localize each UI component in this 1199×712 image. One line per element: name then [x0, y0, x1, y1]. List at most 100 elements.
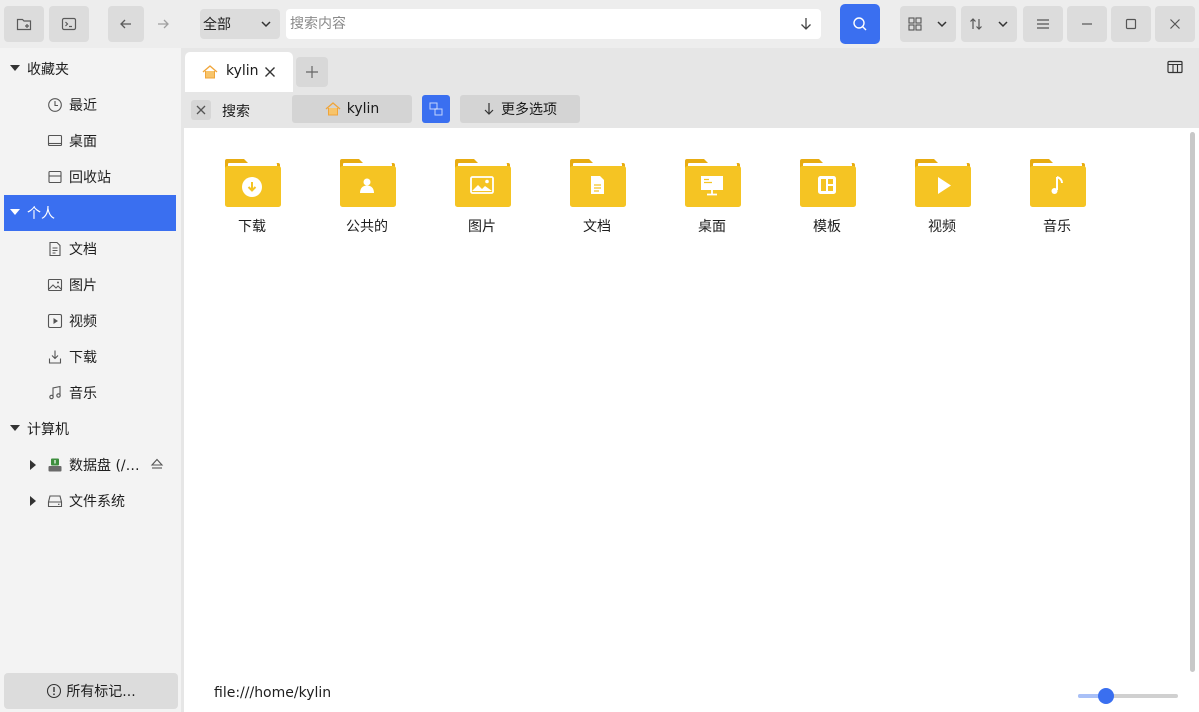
new-folder-icon [16, 18, 32, 31]
vertical-scrollbar[interactable] [1190, 132, 1195, 672]
harddisk-icon [47, 495, 63, 508]
sidebar-item-pictures[interactable]: 图片 [4, 267, 176, 303]
close-tab-icon[interactable] [264, 66, 276, 78]
search-label: 搜索 [222, 104, 250, 120]
caret-down-icon [10, 425, 20, 431]
folder-item[interactable]: 视频 [892, 158, 992, 238]
caret-down-icon [10, 209, 20, 215]
sidebar-item-label: 桌面 [69, 134, 97, 150]
sidebar-item-music[interactable]: 音乐 [4, 375, 176, 411]
forward-button[interactable] [146, 6, 180, 42]
minimize-button[interactable] [1067, 6, 1107, 42]
sidebar-section-label: 个人 [27, 206, 55, 222]
folder-item[interactable]: 模板 [777, 158, 877, 238]
preview-panel-icon[interactable] [1167, 60, 1183, 74]
download-folder-icon [225, 159, 281, 207]
eject-icon[interactable] [150, 458, 164, 470]
maximize-icon [1125, 18, 1137, 30]
tab-kylin[interactable]: kylin [185, 52, 293, 92]
close-icon [196, 105, 206, 115]
multi-location-icon [429, 102, 443, 116]
view-mode-button[interactable] [900, 6, 956, 42]
documents-folder-icon [570, 159, 626, 207]
sidebar-item-filesystem[interactable]: 文件系统 [4, 483, 176, 519]
sort-icon [970, 18, 982, 30]
sidebar-item-videos[interactable]: 视频 [4, 303, 176, 339]
video-icon [47, 313, 63, 329]
sidebar-item-desktop[interactable]: 桌面 [4, 123, 176, 159]
caret-down-icon [10, 65, 20, 71]
folder-item[interactable]: 音乐 [1007, 158, 1107, 238]
search-location-label: kylin [346, 101, 380, 117]
public-folder-icon [340, 159, 396, 207]
drive-icon [48, 458, 62, 472]
back-button[interactable] [108, 6, 144, 42]
sidebar-item-label: 音乐 [69, 386, 97, 402]
search-button[interactable] [840, 4, 880, 44]
search-filter-bar: 搜索 kylin 更多选项 [181, 92, 1199, 128]
top-toolbar: 全部 [0, 0, 1199, 48]
arrow-down-icon [484, 103, 494, 115]
folder-name: 下载 [238, 219, 266, 235]
folder-item[interactable]: 下载 [202, 158, 302, 238]
plus-icon [306, 66, 318, 78]
folder-name: 文档 [583, 219, 611, 235]
grid-view-icon [908, 17, 922, 31]
folder-item[interactable]: 文档 [547, 158, 647, 238]
search-scope-value: 全部 [203, 17, 231, 33]
close-window-button[interactable] [1155, 6, 1195, 42]
monitor-icon [47, 134, 63, 147]
folder-item[interactable]: 图片 [432, 158, 532, 238]
all-tags-button[interactable]: 所有标记... [4, 673, 178, 709]
caret-right-icon[interactable] [30, 460, 37, 470]
sidebar-item-trash[interactable]: 回收站 [4, 159, 176, 195]
caret-right-icon[interactable] [30, 496, 37, 506]
sidebar-section-personal[interactable]: 个人 [4, 195, 176, 231]
sidebar-item-label: 最近 [69, 98, 97, 114]
search-scope-select[interactable]: 全部 [200, 9, 280, 39]
new-tab-button[interactable] [296, 57, 328, 87]
sidebar-section-favorites[interactable]: 收藏夹 [4, 51, 176, 87]
sidebar-item-label: 文件系统 [69, 494, 125, 510]
search-field[interactable] [286, 9, 821, 39]
more-options-button[interactable]: 更多选项 [460, 95, 580, 123]
new-folder-button[interactable] [4, 6, 44, 42]
zoom-slider[interactable] [1078, 688, 1178, 704]
home-icon [202, 65, 218, 79]
music-folder-icon [1030, 159, 1086, 207]
sidebar-item-label: 回收站 [69, 170, 111, 186]
trash-icon [48, 170, 62, 184]
terminal-button[interactable] [49, 6, 89, 42]
sidebar-section-computer[interactable]: 计算机 [4, 411, 176, 447]
sidebar-item-downloads[interactable]: 下载 [4, 339, 176, 375]
folder-name: 图片 [468, 219, 496, 235]
search-location-button[interactable]: kylin [292, 95, 412, 123]
videos-folder-icon [915, 159, 971, 207]
info-circle-icon [47, 683, 62, 699]
sidebar-item-documents[interactable]: 文档 [4, 231, 176, 267]
music-icon [49, 385, 61, 400]
search-icon [853, 17, 867, 31]
sidebar-item-data-disk[interactable]: 数据盘 (/… [4, 447, 176, 483]
zoom-slider-handle[interactable] [1098, 688, 1114, 704]
maximize-button[interactable] [1111, 6, 1151, 42]
folder-name: 模板 [813, 219, 841, 235]
arrow-left-icon [120, 19, 131, 29]
sidebar-item-recent[interactable]: 最近 [4, 87, 176, 123]
chevron-down-icon [261, 21, 271, 28]
more-options-label: 更多选项 [501, 102, 557, 118]
folder-name: 音乐 [1043, 219, 1071, 235]
folder-name: 公共的 [346, 219, 388, 235]
search-input[interactable] [290, 16, 770, 32]
all-tags-label: 所有标记... [66, 684, 136, 700]
folder-item[interactable]: 公共的 [317, 158, 417, 238]
search-scope-toggle[interactable] [422, 95, 450, 123]
folder-item[interactable]: 桌面 [662, 158, 762, 238]
pictures-folder-icon [455, 159, 511, 207]
sort-button[interactable] [961, 6, 1017, 42]
menu-button[interactable] [1023, 6, 1063, 42]
file-view[interactable]: 下载 公共的 图片 文档 桌面 模板 视频 音乐 file:///home/kylin [184, 128, 1199, 712]
home-icon [325, 102, 341, 116]
arrow-down-icon[interactable] [799, 16, 813, 32]
close-search-button[interactable] [191, 100, 211, 120]
